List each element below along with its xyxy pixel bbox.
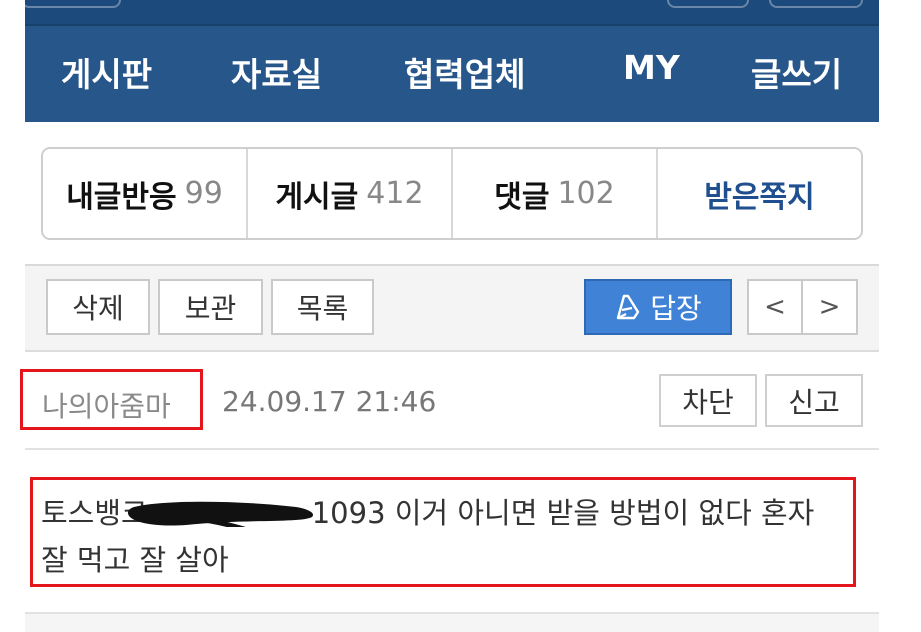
highlight-box-author — [20, 369, 203, 430]
message-datetime: 24.09.17 21:46 — [222, 385, 437, 418]
tab-my-post-reactions[interactable]: 내글반응 99 — [43, 149, 248, 238]
prev-message-button[interactable]: < — [747, 279, 803, 335]
tab-posts[interactable]: 게시글 412 — [248, 149, 453, 238]
header-button-left[interactable] — [25, 0, 121, 8]
nav-item-partners[interactable]: 협력업체 — [404, 48, 525, 96]
report-button[interactable]: 신고 — [765, 374, 863, 427]
tab-count: 412 — [366, 176, 424, 211]
archive-button[interactable]: 보관 — [158, 279, 263, 335]
reply-button-label: 답장 — [650, 292, 702, 325]
tab-label: 게시글 — [275, 179, 359, 215]
header-button-right-2[interactable] — [769, 0, 863, 8]
top-header-strip — [25, 0, 879, 24]
footer-area — [25, 614, 879, 632]
next-message-button[interactable]: > — [801, 279, 858, 335]
nav-item-archive[interactable]: 자료실 — [231, 48, 322, 96]
message-toolbar: 삭제 보관 목록 답장 < > — [25, 266, 879, 352]
chevron-left-icon: < — [764, 292, 786, 322]
nav-item-board[interactable]: 게시판 — [61, 48, 152, 96]
block-button[interactable]: 차단 — [659, 374, 757, 427]
header-button-right-1[interactable] — [667, 0, 749, 8]
tab-count: 102 — [557, 176, 615, 211]
tab-label: 받은쪽지 — [704, 179, 815, 215]
message-meta: 나의아줌마 24.09.17 21:46 차단 신고 — [20, 352, 879, 450]
tab-received-messages[interactable]: 받은쪽지 — [658, 149, 861, 238]
delete-button[interactable]: 삭제 — [46, 279, 150, 335]
chevron-right-icon: > — [818, 292, 841, 322]
tab-label: 내글반응 — [66, 179, 177, 215]
list-button[interactable]: 목록 — [271, 279, 374, 335]
highlight-box-message — [30, 477, 856, 587]
tab-count: 99 — [184, 176, 223, 211]
activity-tabs: 내글반응 99 게시글 412 댓글 102 받은쪽지 — [41, 147, 863, 240]
reply-button[interactable]: 답장 — [584, 279, 732, 335]
pen-icon — [617, 294, 640, 320]
tab-label: 댓글 — [494, 179, 550, 215]
nav-item-write[interactable]: 글쓰기 — [751, 48, 842, 96]
tab-comments[interactable]: 댓글 102 — [453, 149, 658, 238]
main-nav: 게시판 자료실 협력업체 MY 글쓰기 — [25, 24, 879, 122]
nav-item-my[interactable]: MY — [623, 48, 680, 87]
